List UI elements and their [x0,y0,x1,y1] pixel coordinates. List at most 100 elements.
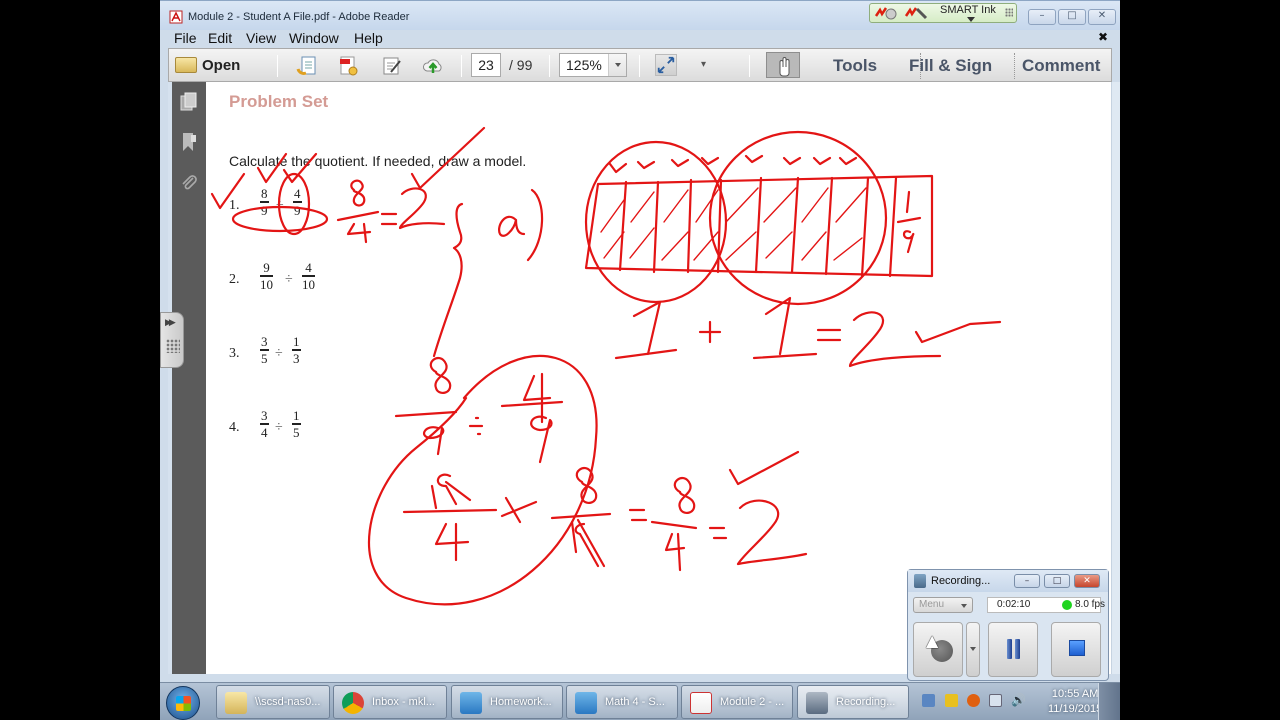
tape-diagram [584,174,934,278]
page-number-input[interactable]: 23 [471,53,501,77]
taskbar-item-chrome[interactable]: Inbox - mkl... [333,685,447,719]
tape-divider [860,176,870,278]
taskbar-item-adobe-reader[interactable]: Module 2 - ... [681,685,793,719]
vertical-scrollbar[interactable] [1111,82,1120,674]
maximize-button[interactable]: □ [1058,9,1086,25]
smart-pen-draw-icon[interactable] [904,6,928,20]
taskbar-item-homework[interactable]: Homework... [451,685,563,719]
check-mark [744,154,764,164]
recorder-maximize-button[interactable]: □ [1044,574,1070,588]
notes-icon[interactable] [945,694,958,707]
fraction: 49 [293,186,302,218]
windows-logo-icon [176,696,191,711]
equals-sign [380,212,398,226]
fill-sign-pane-button[interactable]: Fill & Sign [909,56,992,76]
edit-document-icon[interactable] [381,55,403,77]
fraction-bar [650,520,698,530]
recorder-close-button[interactable]: ✕ [1074,574,1100,588]
adobe-pdf-icon [169,10,183,24]
taskbar-item-recorder[interactable]: Recording... [797,685,909,719]
menu-file[interactable]: File [174,30,197,46]
more-tools-icon[interactable]: ▾ [701,59,706,70]
create-pdf-icon[interactable] [296,55,318,77]
menu-help[interactable]: Help [354,30,383,46]
page-thumbnails-icon[interactable] [180,92,198,112]
taskbar-item-label: Math 4 - S... [605,696,665,708]
smart-ink-dropdown-icon[interactable] [967,17,975,22]
menu-window[interactable]: Window [289,30,339,46]
fraction: 15 [292,408,301,440]
check-mark [608,162,628,174]
smart-pen-select-icon[interactable] [874,6,898,20]
tape-divider [618,180,628,272]
grip-icon[interactable] [1005,8,1013,17]
record-button[interactable]: ▲ [913,622,963,677]
menu-view[interactable]: View [246,30,276,46]
tape-divider [754,176,763,274]
zoom-select[interactable]: 125% [559,53,627,77]
fraction: 89 [260,186,269,218]
hand-tool-button[interactable] [766,52,800,78]
close-document-icon[interactable]: ✖ [1098,30,1108,44]
pause-button[interactable] [988,622,1038,677]
minimize-button[interactable]: – [1028,9,1056,25]
tape-divider [888,176,898,278]
handwritten-4 [522,372,552,424]
handwritten-4 [434,522,470,562]
open-button[interactable]: Open [175,53,240,77]
equals-sign [628,508,648,522]
fraction-bar [336,210,380,222]
comment-pane-button[interactable]: Comment [1022,56,1100,76]
tools-pane-button[interactable]: Tools [833,56,877,76]
recorder-menu-dropdown[interactable]: Menu [913,597,973,613]
check-mark [782,156,802,166]
recording-title: Recording... [931,575,991,587]
fit-page-icon[interactable] [655,54,677,76]
update-icon[interactable] [967,694,980,707]
start-button[interactable] [166,686,200,720]
fraction-bar [500,400,564,408]
window-title: Module 2 - Student A File.pdf - Adobe Re… [188,11,410,23]
taskbar-item-explorer[interactable]: \\scsd-nas0... [216,685,330,719]
navigation-pane [168,82,206,674]
network-icon[interactable] [989,694,1002,707]
camera-icon [806,692,828,714]
handwritten-2 [736,499,808,566]
problem-number: 2. [229,272,240,287]
tape-divider [652,180,660,274]
check-mark [728,450,800,486]
times-sign [500,496,538,524]
network-share-icon[interactable] [922,694,935,707]
chevron-down-icon[interactable] [608,54,626,76]
toolbar-divider [1014,53,1015,79]
pdf-settings-icon[interactable] [337,55,359,77]
record-options-dropdown[interactable] [966,622,980,677]
pane-collapse-handle[interactable]: ▶▶ [160,312,184,368]
mouse-cursor-icon: ▲ [926,631,939,650]
stop-button[interactable] [1051,622,1101,677]
notebook-icon [460,692,482,714]
smart-ink-toolbar[interactable]: SMART Ink [869,3,1017,23]
show-desktop-button[interactable] [1098,683,1120,720]
attachments-icon[interactable] [180,172,198,192]
close-button[interactable]: ✕ [1088,9,1116,25]
stop-icon [1069,640,1085,656]
taskbar-item-math[interactable]: Math 4 - S... [566,685,678,719]
desktop: Module 2 - Student A File.pdf - Adobe Re… [160,0,1120,720]
cloud-upload-icon[interactable] [422,55,444,77]
handwritten-9 [570,520,600,568]
notebook-icon [575,692,597,714]
menu-edit[interactable]: Edit [208,30,232,46]
taskbar-item-label: Homework... [490,696,552,708]
main-toolbar: Open 23 / 99 125% ▾ Tools Fill & Sign Co… [168,48,1112,82]
recorder-minimize-button[interactable]: – [1014,574,1040,588]
system-clock[interactable]: 10:55 AM 11/19/2015 [1048,687,1102,717]
clock-time: 10:55 AM [1051,688,1099,700]
check-mark [812,156,832,166]
group-circle [584,140,728,304]
handwritten-8 [673,477,696,514]
volume-icon[interactable]: 🔊 [1011,694,1026,707]
fraction: 9 10 [260,260,273,292]
tape-divider [686,178,693,274]
bookmarks-icon[interactable] [180,132,198,152]
